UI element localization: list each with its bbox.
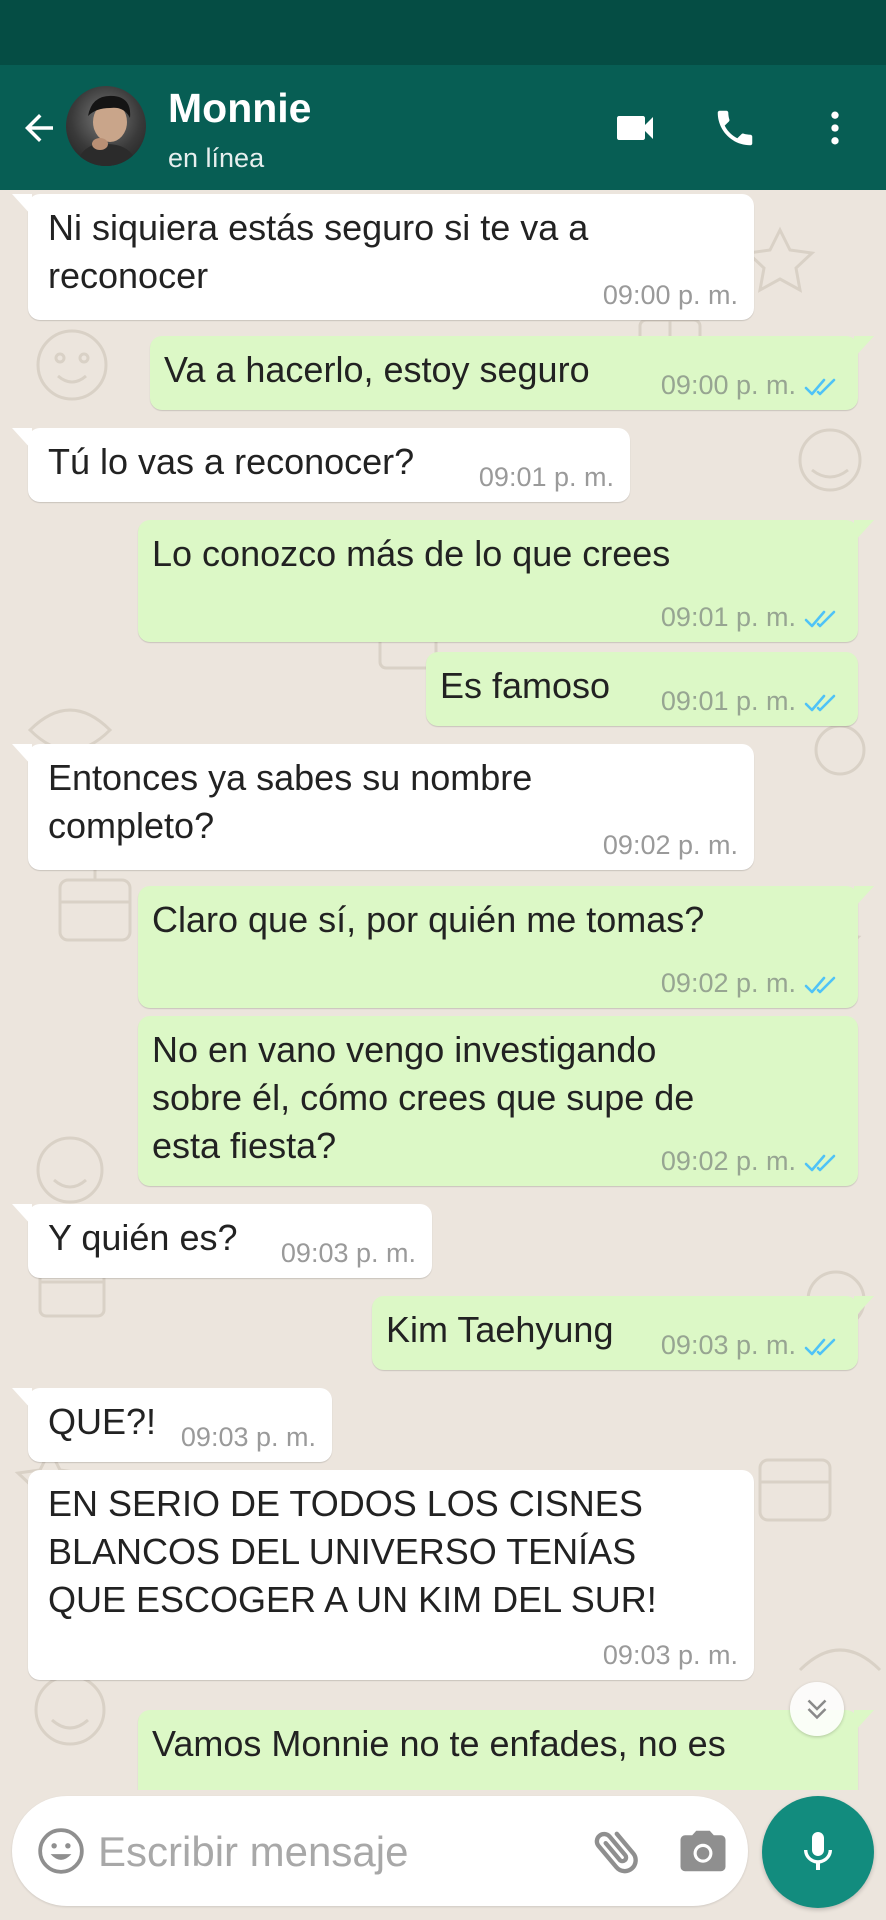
message-bubble-outgoing[interactable]: Kim Taehyung 09:03 p. m.	[372, 1296, 874, 1370]
message-composer	[12, 1796, 748, 1906]
message-text: Lo conozco más de lo que crees	[152, 533, 671, 574]
contact-name[interactable]: Monnie	[168, 85, 311, 132]
menu-button[interactable]	[808, 101, 862, 155]
more-vertical-icon	[831, 111, 839, 145]
message-text: Entonces ya sabes su nombre	[48, 757, 533, 798]
message-time: 09:01 p. m.	[660, 686, 796, 716]
message-bubble-outgoing[interactable]: Va a hacerlo, estoy seguro 09:00 p. m.	[150, 336, 874, 410]
message-time: 09:03 p. m.	[180, 1422, 316, 1452]
composer-bar	[0, 1790, 886, 1920]
voice-call-button[interactable]	[708, 101, 762, 155]
bubble-tail	[854, 886, 874, 908]
bubble-tail	[854, 1710, 874, 1732]
message-time: 09:02 p. m.	[602, 830, 738, 860]
message-input[interactable]	[98, 1824, 488, 1880]
message-bubble-incoming[interactable]: EN SERIO DE TODOS LOS CISNES BLANCOS DEL …	[28, 1470, 754, 1680]
bubble-tail	[854, 520, 874, 542]
message-bubble-incoming[interactable]: Entonces ya sabes su nombre completo? 09:0…	[12, 744, 754, 870]
paperclip-icon[interactable]	[588, 1822, 646, 1880]
message-time: 09:03 p. m.	[660, 1330, 796, 1360]
message-time: 09:01 p. m.	[660, 602, 796, 632]
arrow-left-icon	[25, 114, 53, 142]
chat-area[interactable]: Ni siquiera estás seguro si te va a recon…	[0, 190, 886, 1790]
message-bubble-incoming[interactable]: Ni siquiera estás seguro si te va a recon…	[12, 194, 754, 320]
smiley-icon[interactable]	[36, 1826, 86, 1876]
message-bubble-outgoing[interactable]: Es famoso 09:01 p. m.	[426, 652, 858, 726]
bubble-tail	[12, 428, 32, 450]
message-text: completo?	[48, 805, 215, 846]
message-text: Kim Taehyung	[386, 1309, 614, 1350]
message-text: QUE?!	[48, 1401, 157, 1442]
message-text: Claro que sí, por quién me tomas?	[152, 899, 705, 940]
message-bubble-outgoing[interactable]: No en vano vengo investigando sobre él, c…	[138, 1016, 858, 1186]
read-receipt-icon	[804, 694, 836, 712]
read-receipt-icon	[804, 1338, 836, 1356]
microphone-icon	[804, 1832, 832, 1870]
contact-status: en línea	[168, 143, 265, 173]
status-bar	[0, 0, 886, 65]
message-bubble-incoming[interactable]: QUE?! 09:03 p. m.	[12, 1388, 332, 1462]
message-bubble-incoming[interactable]: Tú lo vas a reconocer? 09:01 p. m.	[12, 428, 630, 502]
message-text: Y quién es?	[48, 1217, 238, 1258]
message-time: 09:00 p. m.	[602, 280, 738, 310]
message-bubble-outgoing[interactable]: Claro que sí, por quién me tomas? 09:02 p…	[138, 886, 874, 1008]
message-time: 09:02 p. m.	[660, 1146, 796, 1176]
message-time: 09:02 p. m.	[660, 968, 796, 998]
mic-button[interactable]	[762, 1796, 874, 1908]
message-text: Va a hacerlo, estoy seguro	[164, 349, 590, 390]
message-time: 09:01 p. m.	[478, 462, 614, 492]
message-text: reconocer	[48, 255, 209, 296]
avatar[interactable]	[66, 86, 146, 166]
video-call-button[interactable]	[608, 101, 662, 155]
message-text: No en vano vengo investigando	[152, 1029, 657, 1070]
back-button[interactable]	[14, 103, 64, 153]
chat-header: Monnie en línea	[0, 65, 886, 190]
message-text: esta fiesta?	[152, 1125, 337, 1166]
read-receipt-icon	[804, 610, 836, 628]
message-time: 09:03 p. m.	[602, 1640, 738, 1670]
message-bubble-outgoing[interactable]: Vamos Monnie no te enfades, no es	[138, 1710, 874, 1790]
bubble-tail	[854, 336, 874, 358]
bubble-tail	[12, 194, 32, 216]
message-text: EN SERIO DE TODOS LOS CISNES	[48, 1483, 643, 1524]
message-bubble-incoming[interactable]: Y quién es? 09:03 p. m.	[12, 1204, 432, 1278]
message-text: Tú lo vas a reconocer?	[48, 441, 415, 482]
read-receipt-icon	[804, 976, 836, 994]
message-time: 09:03 p. m.	[280, 1238, 416, 1268]
message-bubble-outgoing[interactable]: Lo conozco más de lo que crees 09:01 p. m…	[138, 520, 874, 642]
video-camera-icon	[617, 116, 653, 140]
bubble-tail	[854, 1296, 874, 1318]
camera-icon[interactable]	[676, 1824, 730, 1878]
message-text: Es famoso	[440, 665, 611, 706]
message-text: Ni siquiera estás seguro si te va a	[48, 207, 589, 248]
read-receipt-icon	[804, 1154, 836, 1172]
scroll-down-button[interactable]	[790, 1682, 844, 1736]
message-text: Vamos Monnie no te enfades, no es	[152, 1723, 726, 1764]
message-text: sobre él, cómo crees que supe de	[152, 1077, 695, 1118]
message-text: QUE ESCOGER A UN KIM DEL SUR!	[48, 1579, 657, 1620]
avatar-photo	[76, 95, 138, 166]
message-time: 09:00 p. m.	[660, 370, 796, 400]
bubble-tail	[12, 1388, 32, 1410]
message-text: BLANCOS DEL UNIVERSO TENÍAS	[48, 1531, 637, 1572]
read-receipt-icon	[804, 378, 836, 396]
bubble-tail	[12, 744, 32, 766]
phone-icon	[717, 110, 753, 146]
double-chevron-down-icon	[807, 1699, 827, 1720]
bubble-tail	[12, 1204, 32, 1226]
